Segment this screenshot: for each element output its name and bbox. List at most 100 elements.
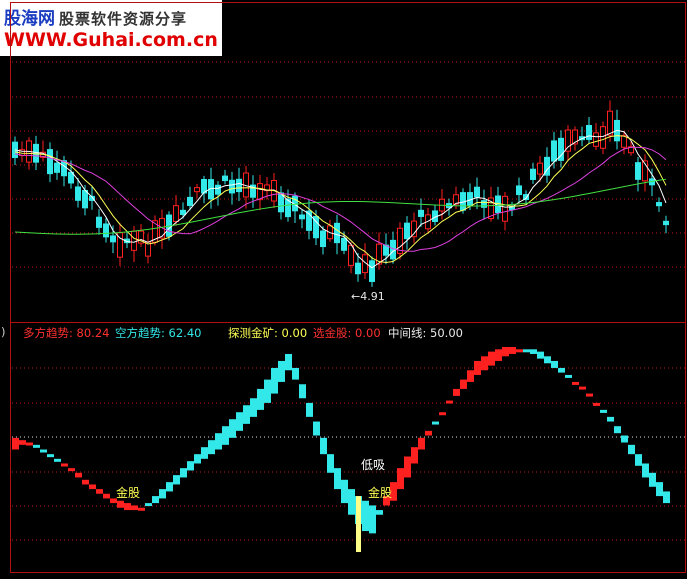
trend-bar (446, 400, 453, 404)
trend-bar (474, 360, 481, 375)
candle-body (320, 230, 326, 248)
candle-body (222, 175, 228, 182)
candle-body (103, 223, 109, 238)
candle-body (215, 184, 221, 195)
candle-body (607, 110, 613, 136)
trend-bar (313, 421, 320, 436)
candle-body (600, 126, 606, 149)
trend-bar (628, 444, 635, 455)
trend-bar (222, 426, 229, 445)
candle-body (257, 183, 263, 201)
trend-bar (33, 444, 40, 448)
trend-bar (348, 489, 355, 515)
trend-bar (467, 370, 474, 382)
trend-bar (418, 437, 425, 450)
trend-bar (250, 398, 257, 417)
candle-body (481, 200, 487, 208)
trend-bar (68, 468, 75, 472)
trend-bar (89, 484, 96, 490)
trend-bar (586, 393, 593, 397)
candle-body (96, 216, 102, 228)
candle-body (131, 230, 137, 251)
signal-label: 金股 (116, 485, 140, 500)
trend-bar (194, 454, 201, 464)
trend-bar (327, 454, 334, 473)
trend-bar (173, 475, 180, 485)
candle-body (530, 168, 536, 180)
candle-body (537, 162, 543, 175)
trend-bar (558, 367, 565, 373)
legend-short-trend: 空方趋势: 62.40 (115, 326, 202, 340)
trend-bar (257, 388, 264, 410)
trend-bar (649, 472, 656, 487)
candle-body (663, 220, 669, 226)
trend-bar (565, 374, 572, 378)
trend-bar (614, 426, 621, 434)
legend-select: 选金股: 0.00 (313, 326, 381, 340)
trend-bar (502, 346, 509, 357)
candle-body (411, 220, 417, 238)
trend-bar (481, 356, 488, 371)
trend-bar (166, 482, 173, 492)
trend-bar (537, 351, 544, 359)
candle-body (187, 196, 193, 206)
candle-body (355, 262, 361, 275)
candle-body (474, 186, 480, 198)
trend-bar (663, 491, 670, 504)
trend-bar (593, 402, 600, 406)
candle-body (229, 179, 235, 194)
candle-body (593, 132, 599, 147)
trend-bar (145, 503, 152, 507)
candle-body (236, 178, 242, 193)
trend-bar (411, 447, 418, 464)
candle-body (635, 162, 641, 180)
trend-bar (138, 507, 145, 511)
candle-body (348, 244, 354, 266)
trend-bar (299, 384, 306, 399)
trend-bar (376, 510, 383, 515)
trend-bar (117, 500, 124, 508)
candle-body (516, 185, 522, 196)
chart-window: { "watermark": {"line1_a": "股海网", "line1… (0, 0, 687, 579)
trend-bar (103, 493, 110, 499)
trend-bar (439, 412, 446, 416)
trend-bar (306, 402, 313, 417)
candle-body (299, 214, 305, 220)
trend-bar (320, 437, 327, 455)
trend-bar (488, 351, 495, 366)
trend-bar (362, 500, 369, 532)
trend-bar (642, 463, 649, 478)
candle-body (586, 124, 592, 140)
trend-bar (579, 386, 586, 390)
trend-bar (432, 421, 439, 425)
trend-bar (425, 430, 432, 436)
trend-bar (264, 379, 271, 403)
trend-bar (523, 349, 530, 353)
trend-bar (96, 489, 103, 494)
trend-bar (285, 353, 292, 371)
candle-body (404, 222, 410, 240)
candle-body (565, 129, 571, 152)
candle-body (656, 202, 662, 207)
trend-bar (19, 440, 26, 445)
trend-bar (544, 356, 551, 364)
trend-bar (551, 360, 558, 368)
trend-bar (12, 437, 19, 450)
trend-bar (131, 505, 138, 511)
trend-bar (516, 349, 523, 353)
trend-bar (404, 456, 411, 478)
trend-bar (453, 388, 460, 396)
trend-bar (460, 379, 467, 389)
candle-body (502, 195, 508, 222)
trend-bar (47, 454, 54, 458)
low-price-annotation: ←4.91 (351, 290, 385, 303)
candle-body (54, 162, 60, 173)
trend-bar (54, 458, 61, 462)
trend-bar (292, 367, 299, 380)
trend-bar (75, 472, 82, 478)
trend-bar (40, 449, 47, 453)
trend-bar (341, 479, 348, 504)
trend-bar (229, 419, 236, 438)
trend-bar (271, 367, 278, 394)
candle-body (341, 237, 347, 251)
